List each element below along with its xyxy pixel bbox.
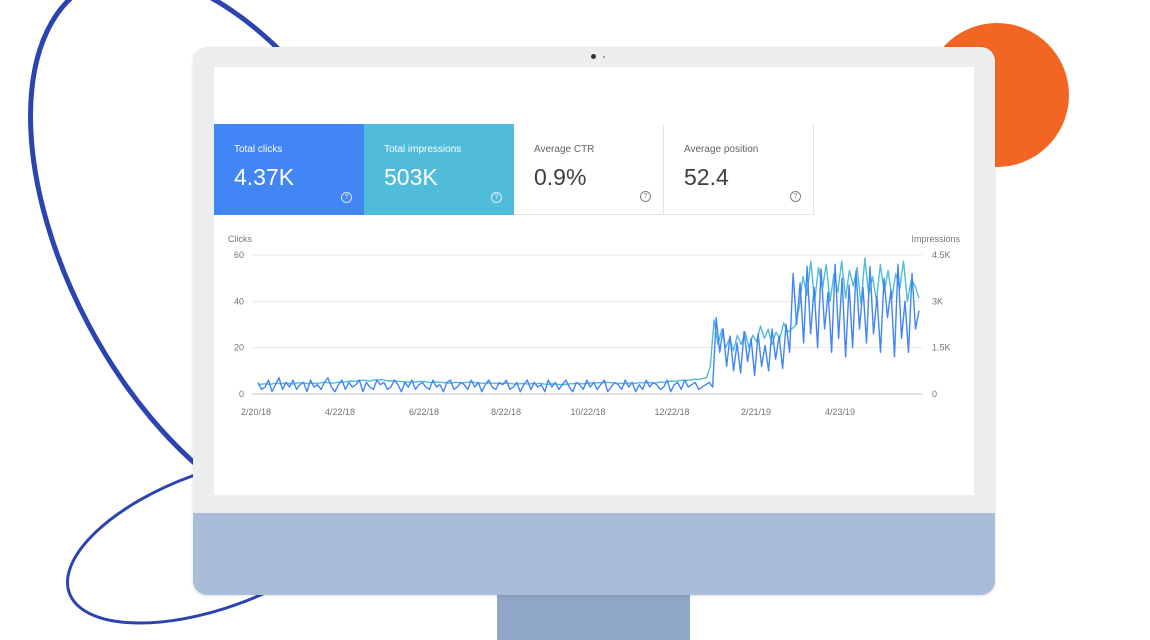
sensor-dot	[603, 56, 605, 58]
monitor-stand	[497, 595, 690, 640]
y2-tick-label: 4.5K	[932, 250, 951, 260]
x-axis-ticks: 2/20/18 4/22/18 6/22/18 8/22/18 10/22/18 12/2…	[241, 407, 855, 417]
x-tick-label: 4/23/19	[825, 407, 855, 417]
monitor-frame: Total clicks 4.37K ? Total impressions 5…	[193, 47, 995, 595]
webcam-icon	[591, 54, 596, 59]
y-tick-label: 40	[234, 296, 244, 306]
y2-tick-label: 0	[932, 389, 937, 399]
x-tick-label: 6/22/18	[409, 407, 439, 417]
x-tick-label: 12/22/18	[654, 407, 689, 417]
series-line-impressions	[257, 257, 920, 386]
y2-tick-label: 3K	[932, 296, 943, 306]
x-tick-label: 2/21/19	[741, 407, 771, 417]
y-axis-left-title: Clicks	[228, 234, 252, 244]
x-tick-label: 2/20/18	[241, 407, 271, 417]
x-tick-label: 4/22/18	[325, 407, 355, 417]
y-tick-label: 0	[239, 389, 244, 399]
y-tick-label: 20	[234, 343, 244, 353]
x-tick-label: 8/22/18	[491, 407, 521, 417]
y-axis-right-title: Impressions	[911, 234, 960, 244]
series-line-clicks	[257, 263, 920, 393]
x-tick-label: 10/22/18	[570, 407, 605, 417]
y-axis-right-ticks: 4.5K 3K 1.5K 0	[932, 250, 951, 399]
dashboard-screen: Total clicks 4.37K ? Total impressions 5…	[214, 67, 974, 495]
y-axis-left-ticks: 60 40 20 0	[234, 250, 244, 399]
performance-chart[interactable]: Clicks Impressions 60 40 20 0 4.5K 3K 1.5K 0 2…	[214, 67, 974, 495]
y-tick-label: 60	[234, 250, 244, 260]
chart-series	[257, 257, 920, 393]
monitor-chin	[193, 513, 995, 595]
y2-tick-label: 1.5K	[932, 343, 951, 353]
